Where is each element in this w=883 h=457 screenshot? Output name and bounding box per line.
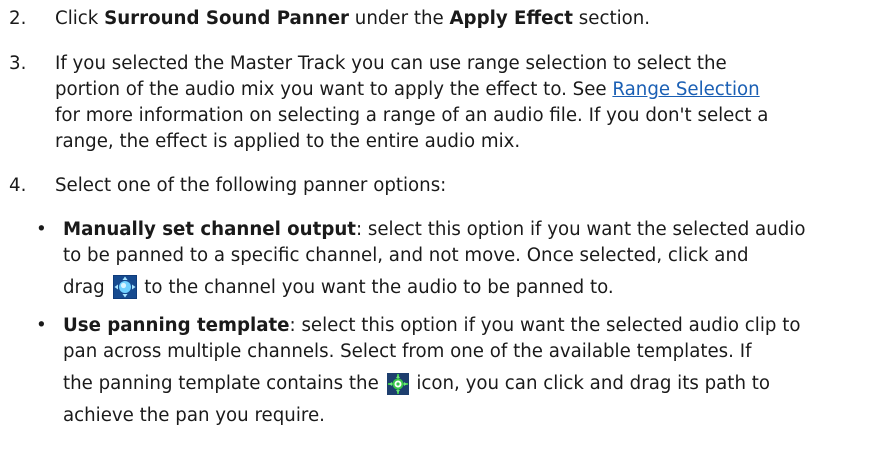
text-line: for more information on selecting a rang… [55, 105, 769, 126]
step-number: 2. [9, 8, 27, 29]
text-part: : select this option if you want the sel… [289, 315, 801, 336]
text-line: range, the effect is applied to the enti… [55, 131, 521, 152]
text-part: drag [63, 277, 111, 298]
text-line: pan across multiple channels. Select fro… [63, 341, 752, 362]
step-text: If you selected the Master Track you can… [55, 51, 875, 155]
text-part: portion of the audio mix you want to app… [55, 79, 613, 100]
text-line: drag to the channel you want the audio t… [63, 275, 876, 307]
text-line: the panning template contains the icon, … [63, 371, 876, 403]
option-use-panning-template: • Use panning template: select this opti… [36, 313, 876, 429]
text-part: the panning template contains the [63, 373, 385, 394]
text-part: icon, you can click and drag its path to [410, 373, 771, 394]
help-page: 2. Click Surround Sound Panner under the… [0, 0, 883, 457]
path-node-icon [386, 373, 409, 403]
step-number: 4. [9, 175, 27, 196]
text-line: portion of the audio mix you want to app… [55, 77, 875, 103]
text-line: achieve the pan you require. [63, 405, 325, 426]
surround-panner-puck-icon [112, 275, 137, 307]
text-part: to the channel you want the audio to be … [138, 277, 614, 298]
step-2: 2. Click Surround Sound Panner under the… [9, 6, 875, 32]
step-text-part: under the [349, 8, 450, 29]
option-text: Use panning template: select this option… [63, 313, 876, 429]
range-selection-link[interactable]: Range Selection [612, 79, 759, 100]
bullet-dot: • [36, 219, 47, 240]
text-line: If you selected the Master Track you can… [55, 53, 727, 74]
step-4: 4. Select one of the following panner op… [9, 173, 875, 199]
text-line: to be panned to a specific channel, and … [63, 245, 749, 266]
option-title: Use panning template [63, 315, 290, 336]
step-text-part: section. [573, 8, 651, 29]
step-text: Select one of the following panner optio… [55, 175, 447, 196]
step-text: Click Surround Sound Panner under the Ap… [55, 6, 875, 32]
ui-term-apply-effect: Apply Effect [449, 8, 573, 29]
step-number: 3. [9, 53, 27, 74]
ui-term-surround-sound-panner: Surround Sound Panner [104, 8, 350, 29]
bullet-dot: • [36, 315, 47, 336]
text-line: Manually set channel output: select this… [63, 217, 876, 243]
option-manual-channel-output: • Manually set channel output: select th… [36, 217, 876, 307]
step-text-part: Click [55, 8, 105, 29]
option-text: Manually set channel output: select this… [63, 217, 876, 307]
option-title: Manually set channel output [63, 219, 356, 240]
text-part: : select this option if you want the sel… [355, 219, 806, 240]
text-line: Use panning template: select this option… [63, 313, 876, 339]
step-3: 3. If you selected the Master Track you … [9, 51, 875, 155]
